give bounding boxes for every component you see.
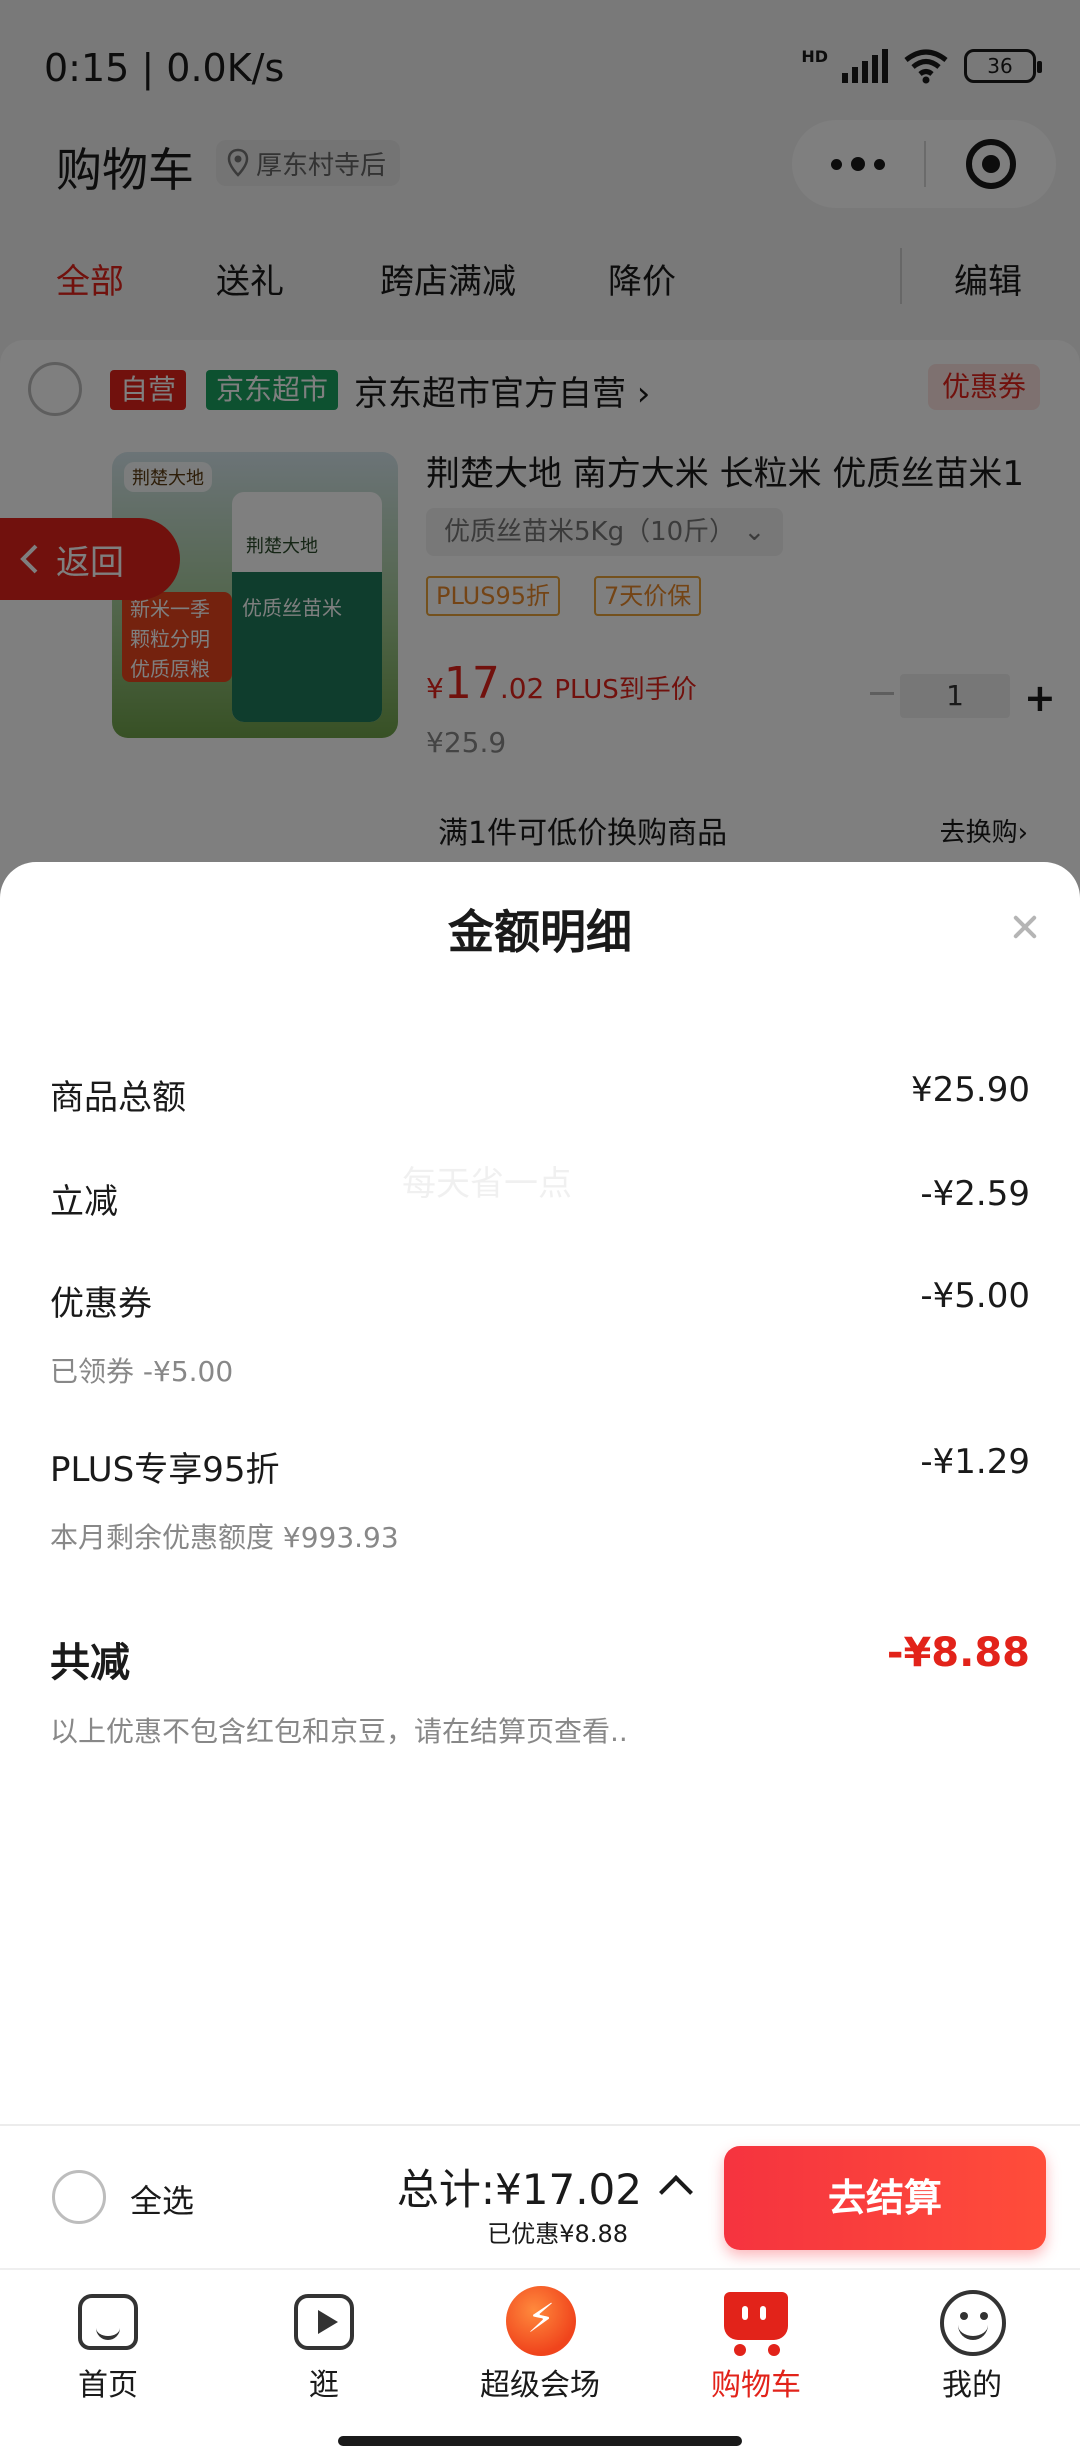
coupon-sub: 已领券 -¥5.00 xyxy=(50,1355,234,1388)
nav-mega-event-label: 超级会场 xyxy=(480,2368,600,2403)
profile-icon xyxy=(936,2284,1008,2356)
discount-note: 以上优惠不包含红包和京豆，请在结算页查看.. xyxy=(50,1715,628,1748)
instant-discount-value: -¥2.59 xyxy=(920,1174,1030,1214)
video-play-icon xyxy=(288,2284,360,2356)
checkout-bar: 全选 总计:¥17.02 已优惠¥8.88 去结算 xyxy=(0,2124,1080,2268)
checkout-button[interactable]: 去结算 xyxy=(724,2146,1046,2250)
subtotal-label: 商品总额 xyxy=(50,1078,186,1118)
saved-amount: 已优惠¥8.88 xyxy=(487,2220,628,2248)
cart-page: 0:15 | 0.0K/s HD 36 购物车 厚东村寺后 xyxy=(0,0,1080,900)
plus-quota-sub: 本月剩余优惠额度 ¥993.93 xyxy=(50,1521,399,1554)
nav-mega-event[interactable]: 超级会场 xyxy=(432,2284,648,2404)
nav-cart-label: 购物车 xyxy=(711,2368,801,2403)
chevron-up-icon[interactable] xyxy=(659,2175,693,2209)
coupon-value: -¥5.00 xyxy=(920,1276,1030,1316)
modal-overlay[interactable] xyxy=(0,0,1080,900)
sheet-title: 金额明细 xyxy=(448,905,632,959)
close-icon[interactable] xyxy=(1000,902,1050,952)
nav-profile-label: 我的 xyxy=(942,2368,1002,2403)
nav-browse-label: 逛 xyxy=(309,2368,339,2403)
coupon-label: 优惠券 xyxy=(50,1284,152,1324)
home-icon xyxy=(72,2284,144,2356)
select-all-checkbox[interactable] xyxy=(52,2170,106,2224)
cart-icon xyxy=(720,2284,792,2356)
total-price: 总计:¥17.02 xyxy=(396,2165,642,2214)
mega-event-icon xyxy=(504,2284,576,2356)
bottom-nav: 首页 逛 超级会场 购物车 我的 xyxy=(0,2268,1080,2418)
watermark-text: 每天省一点 xyxy=(402,1164,572,1204)
home-indicator[interactable] xyxy=(338,2436,742,2446)
select-all-label[interactable]: 全选 xyxy=(130,2176,194,2222)
nav-home-label: 首页 xyxy=(78,2368,138,2403)
plus-discount-value: -¥1.29 xyxy=(920,1442,1030,1482)
nav-browse[interactable]: 逛 xyxy=(216,2284,432,2404)
nav-profile[interactable]: 我的 xyxy=(864,2284,1080,2404)
total-discount-label: 共减 xyxy=(50,1640,130,1686)
subtotal-value: ¥25.90 xyxy=(911,1070,1030,1110)
price-detail-sheet: 金额明细 商品总额 ¥25.90 立减 每天省一点 -¥2.59 优惠券 -¥5… xyxy=(0,862,1080,2126)
total-discount-value: -¥8.88 xyxy=(886,1630,1030,1676)
nav-cart[interactable]: 购物车 xyxy=(648,2284,864,2404)
nav-home[interactable]: 首页 xyxy=(0,2284,216,2404)
instant-discount-label: 立减 xyxy=(50,1182,118,1222)
plus-discount-label: PLUS专享95折 xyxy=(50,1450,280,1490)
